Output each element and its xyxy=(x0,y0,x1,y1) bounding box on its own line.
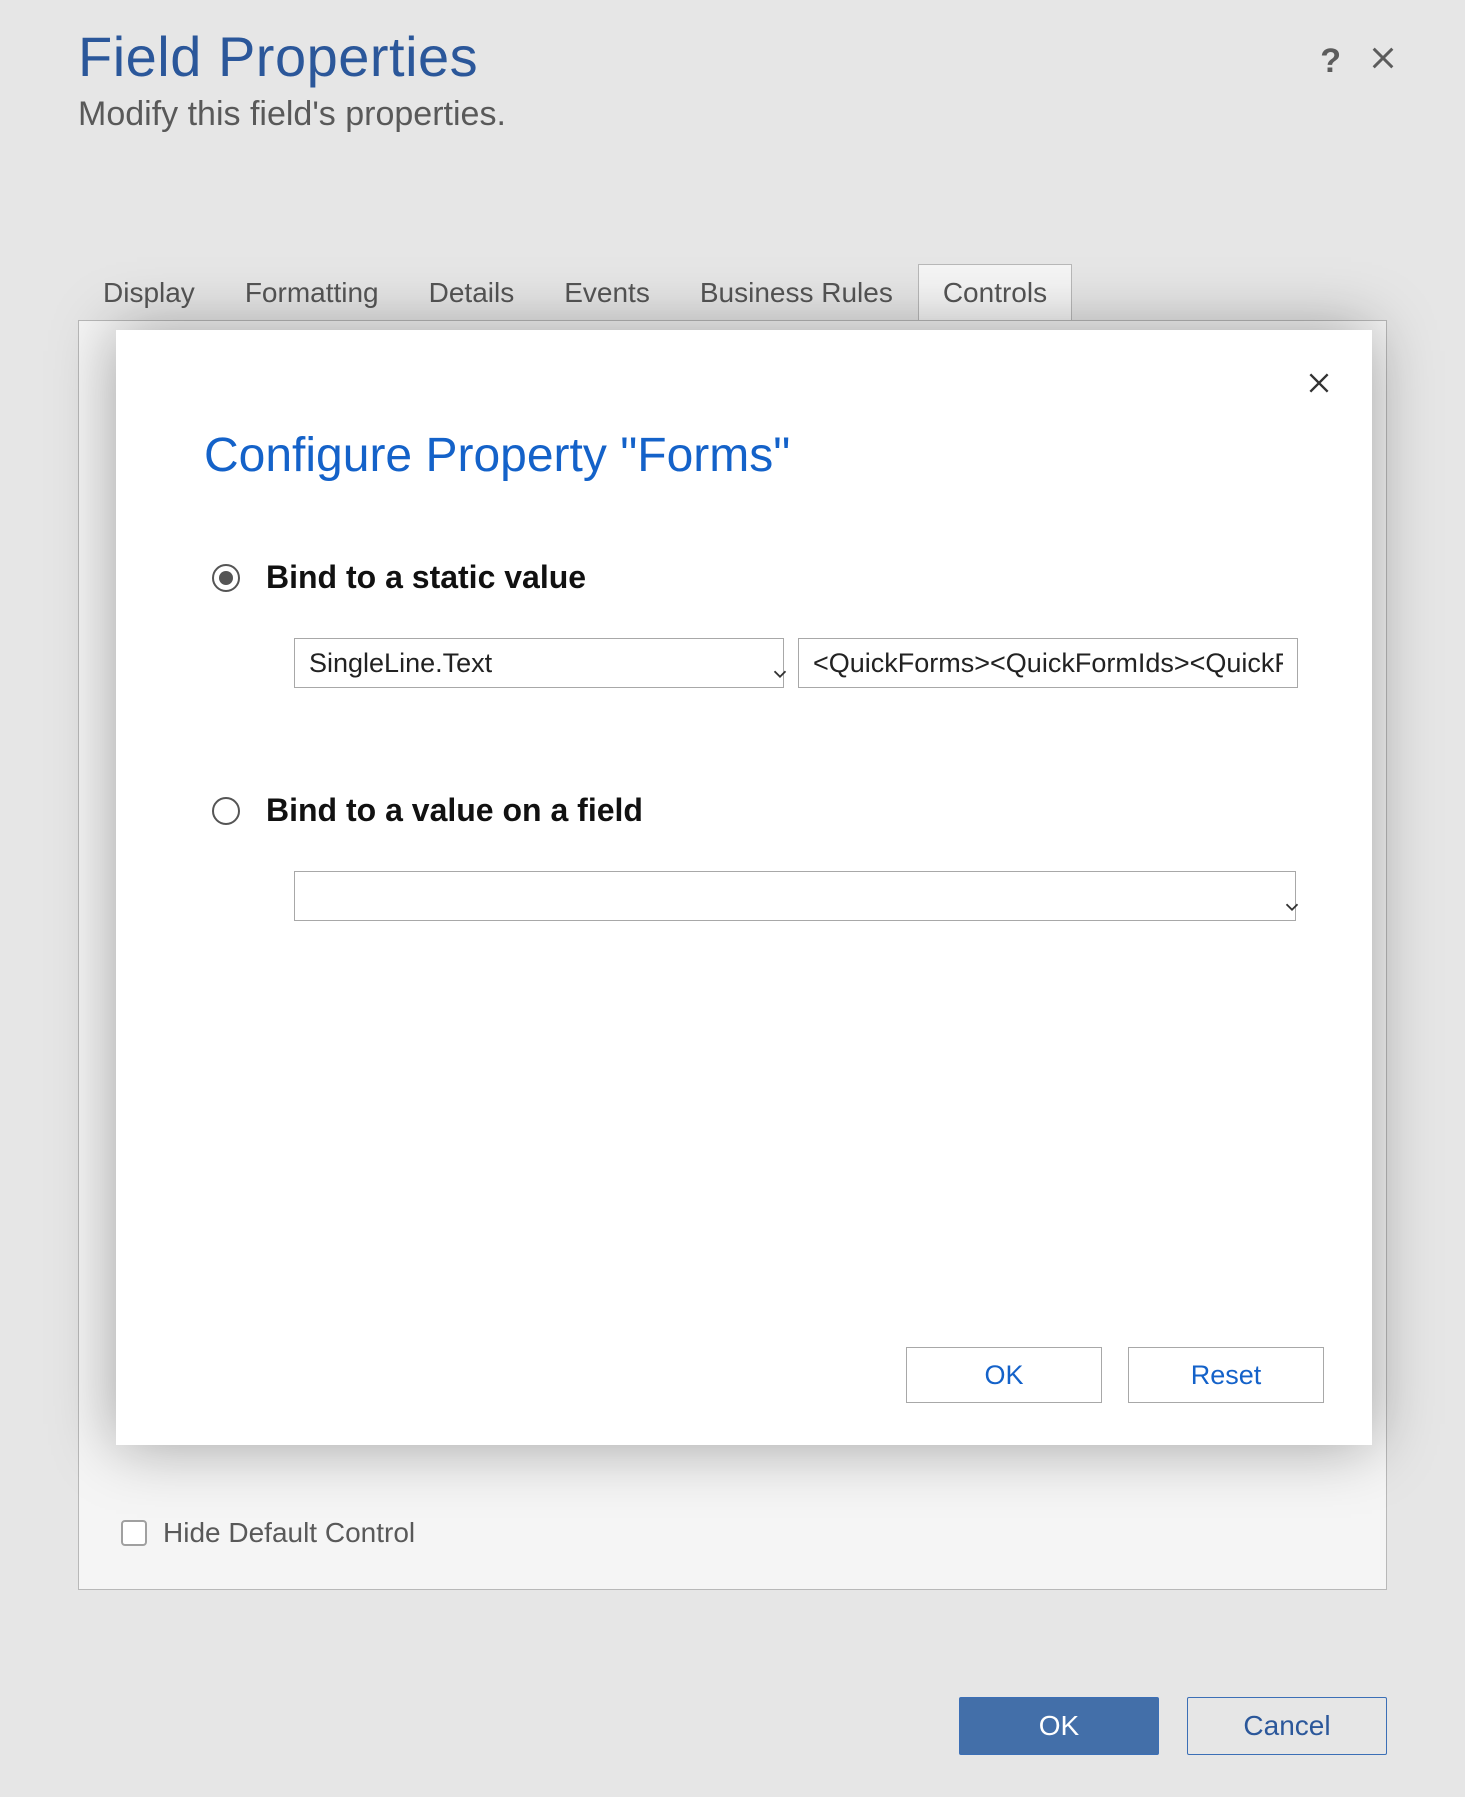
static-value-input[interactable] xyxy=(813,639,1283,687)
modal-title: Configure Property "Forms" xyxy=(204,428,1314,483)
cancel-button[interactable]: Cancel xyxy=(1187,1697,1387,1755)
tab-display[interactable]: Display xyxy=(78,264,220,321)
close-icon[interactable] xyxy=(1369,44,1397,78)
field-select[interactable] xyxy=(294,871,1296,921)
radio-bind-field-label: Bind to a value on a field xyxy=(266,792,643,829)
tab-business-rules[interactable]: Business Rules xyxy=(675,264,918,321)
static-value-input-wrap xyxy=(798,638,1298,688)
hide-default-checkbox[interactable] xyxy=(121,1520,147,1546)
modal-footer: OK Reset xyxy=(906,1347,1324,1403)
page-subtitle: Modify this field's properties. xyxy=(78,95,1387,134)
static-type-value: SingleLine.Text xyxy=(309,648,492,679)
modal-close-icon[interactable] xyxy=(1306,366,1332,405)
hide-default-row: Hide Default Control xyxy=(121,1517,415,1549)
radio-bind-static-label: Bind to a static value xyxy=(266,559,586,596)
dialog-footer: OK Cancel xyxy=(959,1697,1387,1755)
option-field-row: Bind to a value on a field xyxy=(212,792,1314,829)
modal-reset-button[interactable]: Reset xyxy=(1128,1347,1324,1403)
radio-bind-static[interactable] xyxy=(212,564,240,592)
configure-property-modal: Configure Property "Forms" Bind to a sta… xyxy=(116,330,1372,1445)
tab-controls[interactable]: Controls xyxy=(918,264,1072,321)
static-type-select[interactable]: SingleLine.Text xyxy=(294,638,784,688)
help-icon[interactable]: ? xyxy=(1320,44,1341,78)
option-static-row: Bind to a static value xyxy=(212,559,1314,596)
ok-button[interactable]: OK xyxy=(959,1697,1159,1755)
tab-details[interactable]: Details xyxy=(404,264,540,321)
static-value-controls: SingleLine.Text xyxy=(294,638,1314,688)
tab-events[interactable]: Events xyxy=(539,264,675,321)
bind-options: Bind to a static value SingleLine.Text B… xyxy=(212,559,1314,921)
dialog-header: Field Properties Modify this field's pro… xyxy=(78,24,1387,134)
page-title: Field Properties xyxy=(78,24,1387,89)
tab-formatting[interactable]: Formatting xyxy=(220,264,404,321)
modal-ok-button[interactable]: OK xyxy=(906,1347,1102,1403)
radio-bind-field[interactable] xyxy=(212,797,240,825)
field-value-controls xyxy=(294,871,1314,921)
header-actions: ? xyxy=(1320,44,1397,78)
tab-list: Display Formatting Details Events Busine… xyxy=(78,264,1387,321)
hide-default-label: Hide Default Control xyxy=(163,1517,415,1549)
